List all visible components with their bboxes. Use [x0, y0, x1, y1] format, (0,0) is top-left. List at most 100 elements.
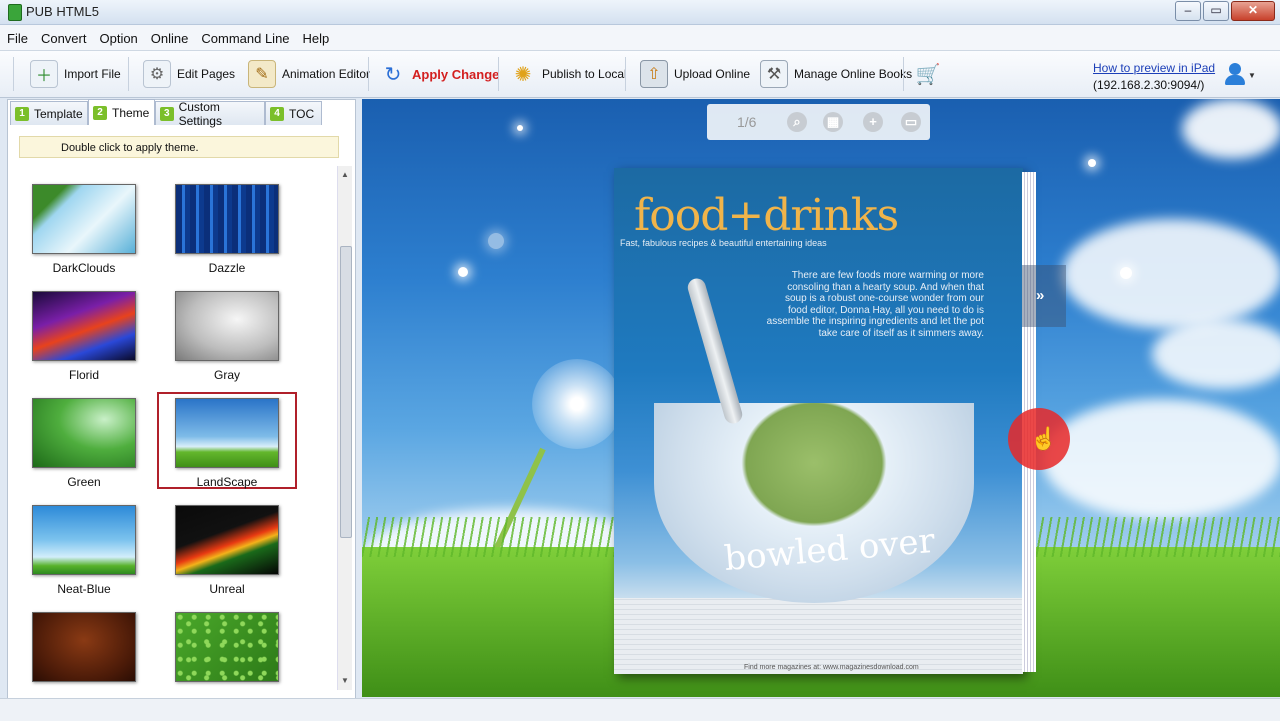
zoom-in-icon[interactable]: + [863, 112, 883, 132]
menu-command-line[interactable]: Command Line [194, 25, 295, 46]
tab-number: 2 [93, 105, 107, 120]
theme-item-unreal[interactable]: Unreal [153, 487, 293, 596]
edit-pages-label: Edit Pages [177, 67, 236, 81]
apply-change-button[interactable]: ↻ Apply Change [380, 57, 500, 91]
theme-thumbnail [175, 612, 279, 682]
tab-template[interactable]: 1 Template [10, 101, 88, 125]
menu-online[interactable]: Online [144, 25, 195, 46]
fullscreen-icon[interactable]: ▭ [901, 112, 921, 132]
sun-glow [1182, 99, 1280, 159]
manage-online-books-button[interactable]: ⚒ Manage Online Books [760, 57, 912, 91]
cloud-shape [1042, 399, 1280, 519]
sparkle [488, 233, 504, 249]
tab-label: Template [34, 106, 83, 121]
tab-label: TOC [289, 106, 315, 121]
theme-item-gray[interactable]: Gray [153, 273, 293, 382]
publish-to-local-label: Publish to Local [542, 67, 627, 81]
menu-option[interactable]: Option [92, 25, 143, 46]
animation-editor-label: Animation Editor [282, 67, 371, 81]
theme-scrollbar[interactable]: ▲ ▼ [337, 166, 352, 690]
page-indicator: 1/6 [737, 114, 757, 130]
close-button[interactable]: ✕ [1231, 1, 1275, 21]
theme-item-wood[interactable] [10, 594, 150, 690]
tab-number: 1 [15, 106, 29, 121]
sparkle [1120, 267, 1132, 279]
napkin [614, 598, 1023, 674]
user-account-button[interactable]: ▼ [1222, 59, 1256, 89]
maximize-button[interactable]: ▭ [1203, 1, 1229, 21]
theme-hint: Double click to apply theme. [19, 136, 339, 158]
menu-convert[interactable]: Convert [34, 25, 93, 46]
cart-icon: 🛒 [915, 63, 941, 86]
theme-item-dazzle[interactable]: Dazzle [153, 166, 293, 275]
animation-editor-button[interactable]: ✎ Animation Editor [248, 57, 370, 91]
gear-icon: ⚙ [143, 60, 171, 88]
magazine-footer: Find more magazines at: www.magazinesdow… [744, 664, 919, 671]
user-body-icon [1225, 75, 1245, 85]
toolbar-separator [903, 57, 904, 91]
tab-label: Theme [112, 105, 150, 120]
next-page-button[interactable]: » [1022, 265, 1066, 327]
sparkle [1088, 159, 1096, 167]
sparkle [517, 125, 523, 131]
toolbar: ＋ Import File ⚙ Edit Pages ✎ Animation E… [0, 51, 1280, 98]
edit-pages-button[interactable]: ⚙ Edit Pages [143, 57, 235, 91]
theme-thumbnail [175, 184, 279, 254]
publish-to-local-button[interactable]: ✺ Publish to Local [510, 57, 627, 91]
zoom-search-icon[interactable]: ⌕ [787, 112, 807, 132]
manage-online-books-label: Manage Online Books [794, 67, 913, 81]
upload-online-button[interactable]: ⇧ Upload Online [640, 57, 750, 91]
minimize-button[interactable]: – [1175, 1, 1201, 21]
theme-item-neat-blue[interactable]: Neat-Blue [10, 487, 150, 596]
user-icon [1229, 63, 1241, 75]
toolbar-separator [13, 57, 14, 91]
theme-thumbnail [175, 505, 279, 575]
theme-thumbnail [175, 398, 279, 468]
viewer-toolbar: 1/6 ⌕ ▦ + ▭ [707, 104, 930, 140]
soup-bowl [654, 403, 974, 603]
toolbar-separator [498, 57, 499, 91]
hand-cursor-icon: ☝ [1030, 426, 1058, 451]
refresh-icon: ↻ [384, 63, 402, 86]
tab-number: 4 [270, 106, 284, 121]
app-icon [8, 4, 22, 21]
theme-item-florid[interactable]: Florid [10, 273, 150, 382]
chevron-down-icon: ▼ [1248, 71, 1256, 80]
theme-item-darkclouds[interactable]: DarkClouds [10, 166, 150, 275]
dandelion-head [532, 359, 622, 449]
menu-file[interactable]: File [0, 25, 34, 46]
preview-ipad-link[interactable]: How to preview in iPad [1093, 61, 1215, 75]
flipbook-page[interactable]: food+drinks Fast, fabulous recipes & bea… [614, 168, 1023, 674]
import-file-label: Import File [64, 67, 121, 81]
menu-help[interactable]: Help [296, 25, 336, 46]
tab-toc[interactable]: 4 TOC [265, 101, 322, 125]
cloud-shape [1152, 319, 1280, 389]
upload-icon: ⇧ [640, 60, 668, 88]
magazine-subtitle: Fast, fabulous recipes & beautiful enter… [620, 238, 827, 248]
scroll-thumb[interactable] [340, 246, 352, 538]
magazine-masthead: food+drinks [634, 190, 899, 241]
sparkle [458, 267, 468, 277]
scroll-up-icon[interactable]: ▲ [341, 170, 349, 179]
theme-item-green-drops[interactable] [153, 594, 293, 690]
theme-thumbnail [175, 291, 279, 361]
tab-custom-settings[interactable]: 3 Custom Settings [155, 100, 265, 128]
toolbar-separator [368, 57, 369, 91]
menu-bar: File Convert Option Online Command Line Help [0, 25, 1280, 51]
cursor-highlight: ☝ [1008, 408, 1070, 470]
theme-thumbnail [32, 505, 136, 575]
thumbnails-icon[interactable]: ▦ [823, 112, 843, 132]
theme-grid: DarkClouds Dazzle Florid Gray Green Land… [10, 166, 334, 690]
theme-thumbnail [32, 612, 136, 682]
theme-thumbnail [32, 398, 136, 468]
import-file-icon: ＋ [30, 60, 58, 88]
cart-button[interactable]: 🛒 [915, 57, 941, 91]
scroll-down-icon[interactable]: ▼ [341, 676, 349, 685]
title-bar: PUB HTML5 – ▭ ✕ [0, 0, 1280, 25]
import-file-button[interactable]: ＋ Import File [30, 57, 121, 91]
pencil-icon: ✎ [248, 60, 276, 88]
tab-theme[interactable]: 2 Theme [88, 99, 155, 125]
theme-item-green[interactable]: Green [10, 380, 150, 489]
toolbar-separator [625, 57, 626, 91]
theme-item-landscape[interactable]: LandScape [153, 380, 297, 489]
